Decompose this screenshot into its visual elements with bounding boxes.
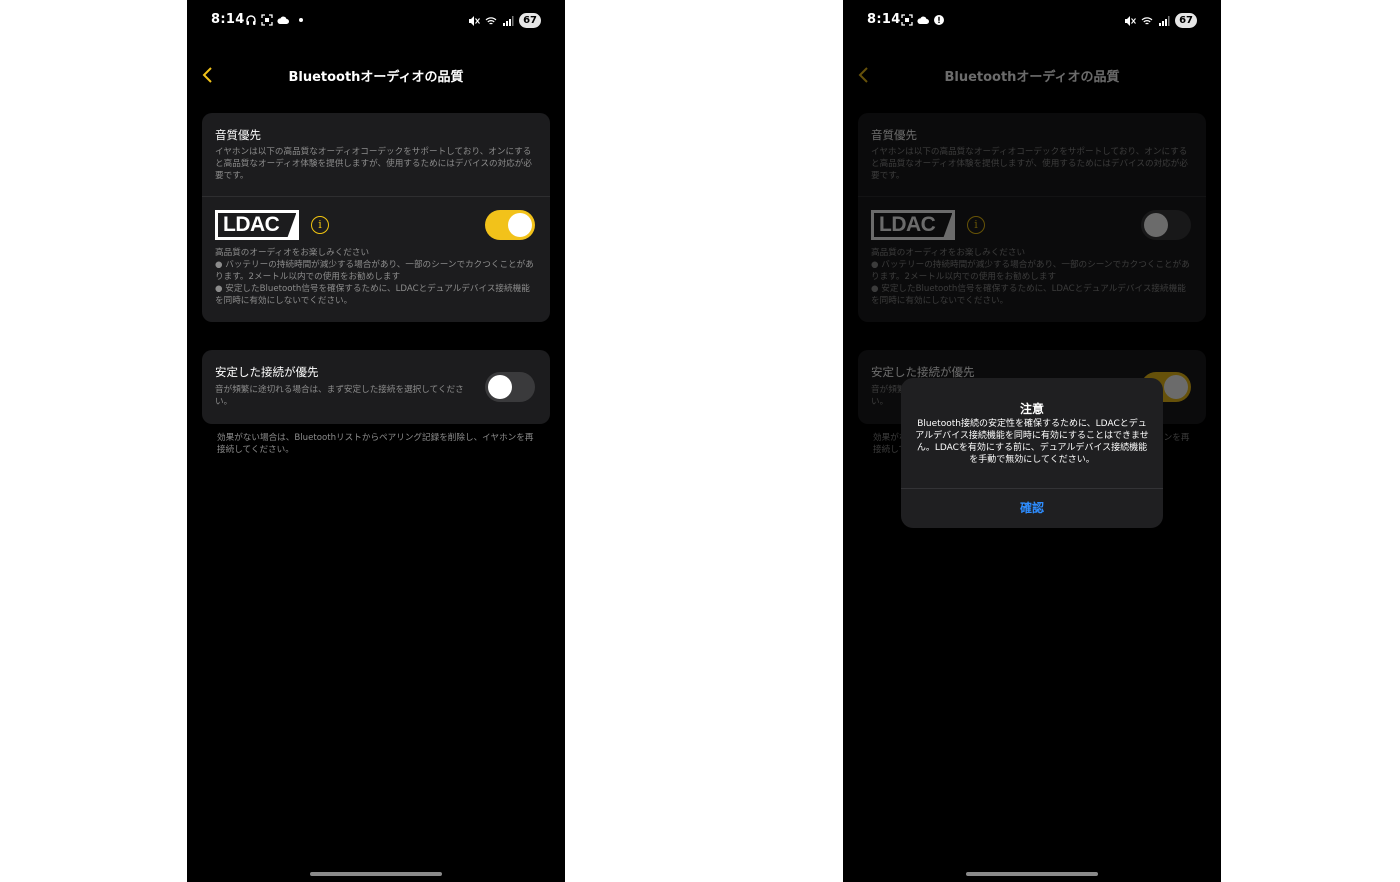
toggle-knob — [508, 213, 532, 237]
cloud-icon — [277, 14, 289, 26]
headphones-icon — [245, 14, 257, 26]
mute-icon — [1124, 15, 1137, 27]
quality-title: 音質優先 — [215, 128, 261, 142]
ldac-toggle[interactable] — [485, 210, 535, 240]
cloud-icon — [917, 14, 929, 26]
dot-icon — [299, 18, 303, 22]
header: Bluetoothオーディオの品質 — [187, 60, 565, 90]
quality-card: 音質優先 イヤホンは以下の高品質なオーディオコーデックをサポートしており、オンに… — [202, 113, 550, 322]
status-bar: 8:14 67 — [843, 10, 1221, 32]
phone-screen-left: 8:14 67 Bluetoothオーディオの品質 音質優先 イヤホンは以下の高… — [187, 0, 565, 882]
ldac-desc-line: ● バッテリーの持続時間が減少する場合があり、一部のシーンでカクつくことがありま… — [215, 260, 534, 282]
home-indicator — [966, 872, 1098, 876]
screenshot-icon — [261, 14, 273, 26]
status-bar: 8:14 67 — [187, 10, 565, 32]
wifi-icon — [1141, 15, 1153, 27]
status-time: 8:14 — [211, 12, 245, 27]
screenshot-icon — [901, 14, 913, 26]
divider — [202, 196, 550, 197]
phone-screen-right: 8:14 67 Bluetoothオーディオの品質 音質優先 イヤホンは以下の高… — [843, 0, 1221, 882]
quality-description: イヤホンは以下の高品質なオーディオコーデックをサポートしており、オンにすると高品… — [215, 147, 532, 181]
battery-icon: 67 — [519, 13, 541, 28]
confirm-button[interactable]: 確認 — [901, 489, 1163, 528]
status-icons-right: 67 — [1124, 13, 1197, 28]
ldac-logo-text: LDAC — [223, 213, 280, 236]
status-icons-right: 67 — [468, 13, 541, 28]
status-icons-left — [901, 14, 945, 26]
ldac-logo: LDAC — [215, 210, 299, 240]
signal-icon — [502, 15, 514, 27]
footer-note: 効果がない場合は、Bluetoothリストからペアリング記録を削除し、イヤホンを… — [217, 433, 534, 455]
stable-title: 安定した接続が優先 — [215, 365, 319, 379]
stable-toggle[interactable] — [485, 372, 535, 402]
signal-icon — [1158, 15, 1170, 27]
stable-card: 安定した接続が優先 音が頻繁に途切れる場合は、まず安定した接続を選択してください… — [202, 350, 550, 424]
home-indicator — [310, 872, 442, 876]
status-time: 8:14 — [867, 12, 901, 27]
ldac-desc-line: ● 安定したBluetooth信号を確保するために、LDACとデュアルデバイス接… — [215, 284, 530, 306]
wifi-icon — [485, 15, 497, 27]
page-title: Bluetoothオーディオの品質 — [288, 70, 464, 85]
info-icon[interactable]: i — [311, 216, 329, 234]
alert-dialog: 注意 Bluetooth接続の安定性を確保するために、LDACとデュアルデバイス… — [901, 378, 1163, 528]
mute-icon — [468, 15, 481, 27]
status-icons-left — [245, 14, 303, 26]
dialog-title: 注意 — [1019, 402, 1044, 416]
battery-icon: 67 — [1175, 13, 1197, 28]
alert-icon — [933, 14, 945, 26]
ldac-desc-line: 高品質のオーディオをお楽しみください — [215, 248, 370, 258]
dialog-message: Bluetooth接続の安定性を確保するために、LDACとデュアルデバイス接続機… — [915, 419, 1149, 465]
ldac-description: 高品質のオーディオをお楽しみください ● バッテリーの持続時間が減少する場合があ… — [215, 247, 537, 307]
toggle-knob — [488, 375, 512, 399]
stable-description: 音が頻繁に途切れる場合は、まず安定した接続を選択してください。 — [215, 385, 464, 407]
